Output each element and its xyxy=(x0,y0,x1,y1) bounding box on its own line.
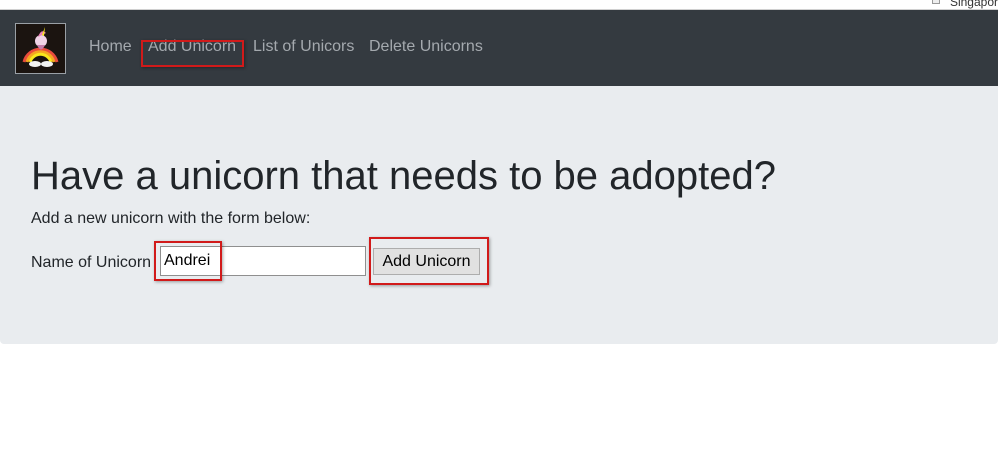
unicorn-rainbow-icon xyxy=(16,24,65,73)
page-title: Have a unicorn that needs to be adopted? xyxy=(31,154,776,198)
browser-top-strip: Singapor xyxy=(0,0,998,10)
unicorn-name-input[interactable] xyxy=(160,246,366,276)
unicorn-name-label: Name of Unicorn xyxy=(31,254,152,271)
corner-label: Singapor xyxy=(949,0,998,9)
add-unicorn-button[interactable]: Add Unicorn xyxy=(373,248,480,275)
nav-list-unicorns-link[interactable]: List of Unicors xyxy=(253,38,354,56)
window-icon xyxy=(932,0,940,4)
nav-add-unicorn-link[interactable]: Add Unicorn xyxy=(148,38,236,56)
page-subtitle: Add a new unicorn with the form below: xyxy=(31,210,311,227)
nav-delete-unicorns-link[interactable]: Delete Unicorns xyxy=(369,38,483,56)
jumbotron: Have a unicorn that needs to be adopted?… xyxy=(0,86,998,344)
navbar: Home Add Unicorn List of Unicors Delete … xyxy=(0,10,998,86)
unicorn-logo-icon[interactable] xyxy=(15,23,66,74)
nav-home-link[interactable]: Home xyxy=(89,38,132,56)
